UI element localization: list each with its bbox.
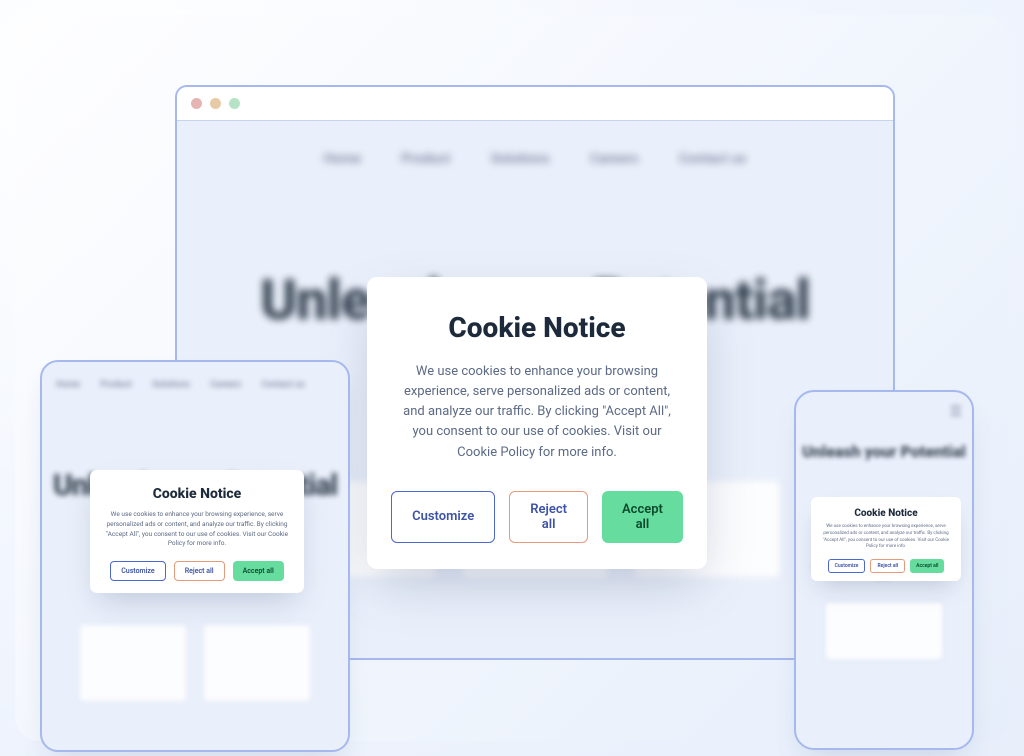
reject-all-button[interactable]: Reject all (870, 559, 905, 573)
nav-item[interactable]: Careers (590, 151, 639, 167)
feature-card[interactable] (202, 623, 312, 703)
cookie-actions: Customize Reject all Accept all (102, 561, 292, 581)
accept-all-button[interactable]: Accept all (910, 559, 944, 573)
cookie-title: Cookie Notice (393, 311, 681, 344)
cookie-notice-dialog-tablet: Cookie Notice We use cookies to enhance … (90, 470, 304, 593)
cookie-title: Cookie Notice (102, 486, 292, 502)
feature-card[interactable] (78, 623, 188, 703)
stage: Home Product Solutions Careers Contact u… (15, 15, 1009, 741)
hero-title: Unleash your Potential (796, 442, 972, 461)
cookie-body: We use cookies to enhance your browsing … (393, 362, 681, 463)
nav-item[interactable]: Solutions (491, 151, 550, 167)
nav-item[interactable]: Contact us (261, 380, 304, 390)
cookie-notice-dialog-desktop: Cookie Notice We use cookies to enhance … (367, 277, 707, 569)
cookie-actions: Customize Reject all Accept all (818, 559, 954, 573)
nav-item[interactable]: Solutions (152, 380, 190, 390)
accept-all-button[interactable]: Accept all (233, 561, 284, 581)
nav-item[interactable]: Careers (210, 380, 241, 390)
cookie-body: We use cookies to enhance your browsing … (818, 524, 954, 551)
accept-all-button[interactable]: Accept all (602, 491, 683, 543)
nav-item[interactable]: Contact us (679, 151, 747, 167)
nav-item[interactable]: Home (56, 380, 80, 390)
site-nav: Home Product Solutions Careers Contact u… (42, 362, 348, 408)
traffic-light-zoom-icon[interactable] (229, 98, 240, 109)
nav-item[interactable]: Product (100, 380, 132, 390)
traffic-light-close-icon[interactable] (191, 98, 202, 109)
site-nav: Home Product Solutions Careers Contact u… (177, 121, 893, 197)
device-mobile: ☰ Unleash your Potential The best way to… (794, 390, 974, 750)
hamburger-menu-icon[interactable]: ☰ (949, 404, 962, 420)
window-titlebar (177, 87, 893, 121)
nav-item[interactable]: Home (324, 151, 362, 167)
feature-card[interactable] (824, 601, 944, 661)
reject-all-button[interactable]: Reject all (174, 561, 225, 581)
customize-button[interactable]: Customize (828, 559, 866, 573)
cookie-title: Cookie Notice (818, 508, 954, 519)
customize-button[interactable]: Customize (110, 561, 165, 581)
cookie-notice-dialog-mobile: Cookie Notice We use cookies to enhance … (811, 497, 961, 581)
feature-cards (42, 623, 348, 703)
cookie-body: We use cookies to enhance your browsing … (102, 510, 292, 549)
customize-button[interactable]: Customize (391, 491, 495, 543)
nav-item[interactable]: Product (401, 151, 450, 167)
reject-all-button[interactable]: Reject all (509, 491, 588, 543)
traffic-light-minimize-icon[interactable] (210, 98, 221, 109)
cookie-actions: Customize Reject all Accept all (393, 491, 681, 543)
device-tablet: Home Product Solutions Careers Contact u… (40, 360, 350, 752)
